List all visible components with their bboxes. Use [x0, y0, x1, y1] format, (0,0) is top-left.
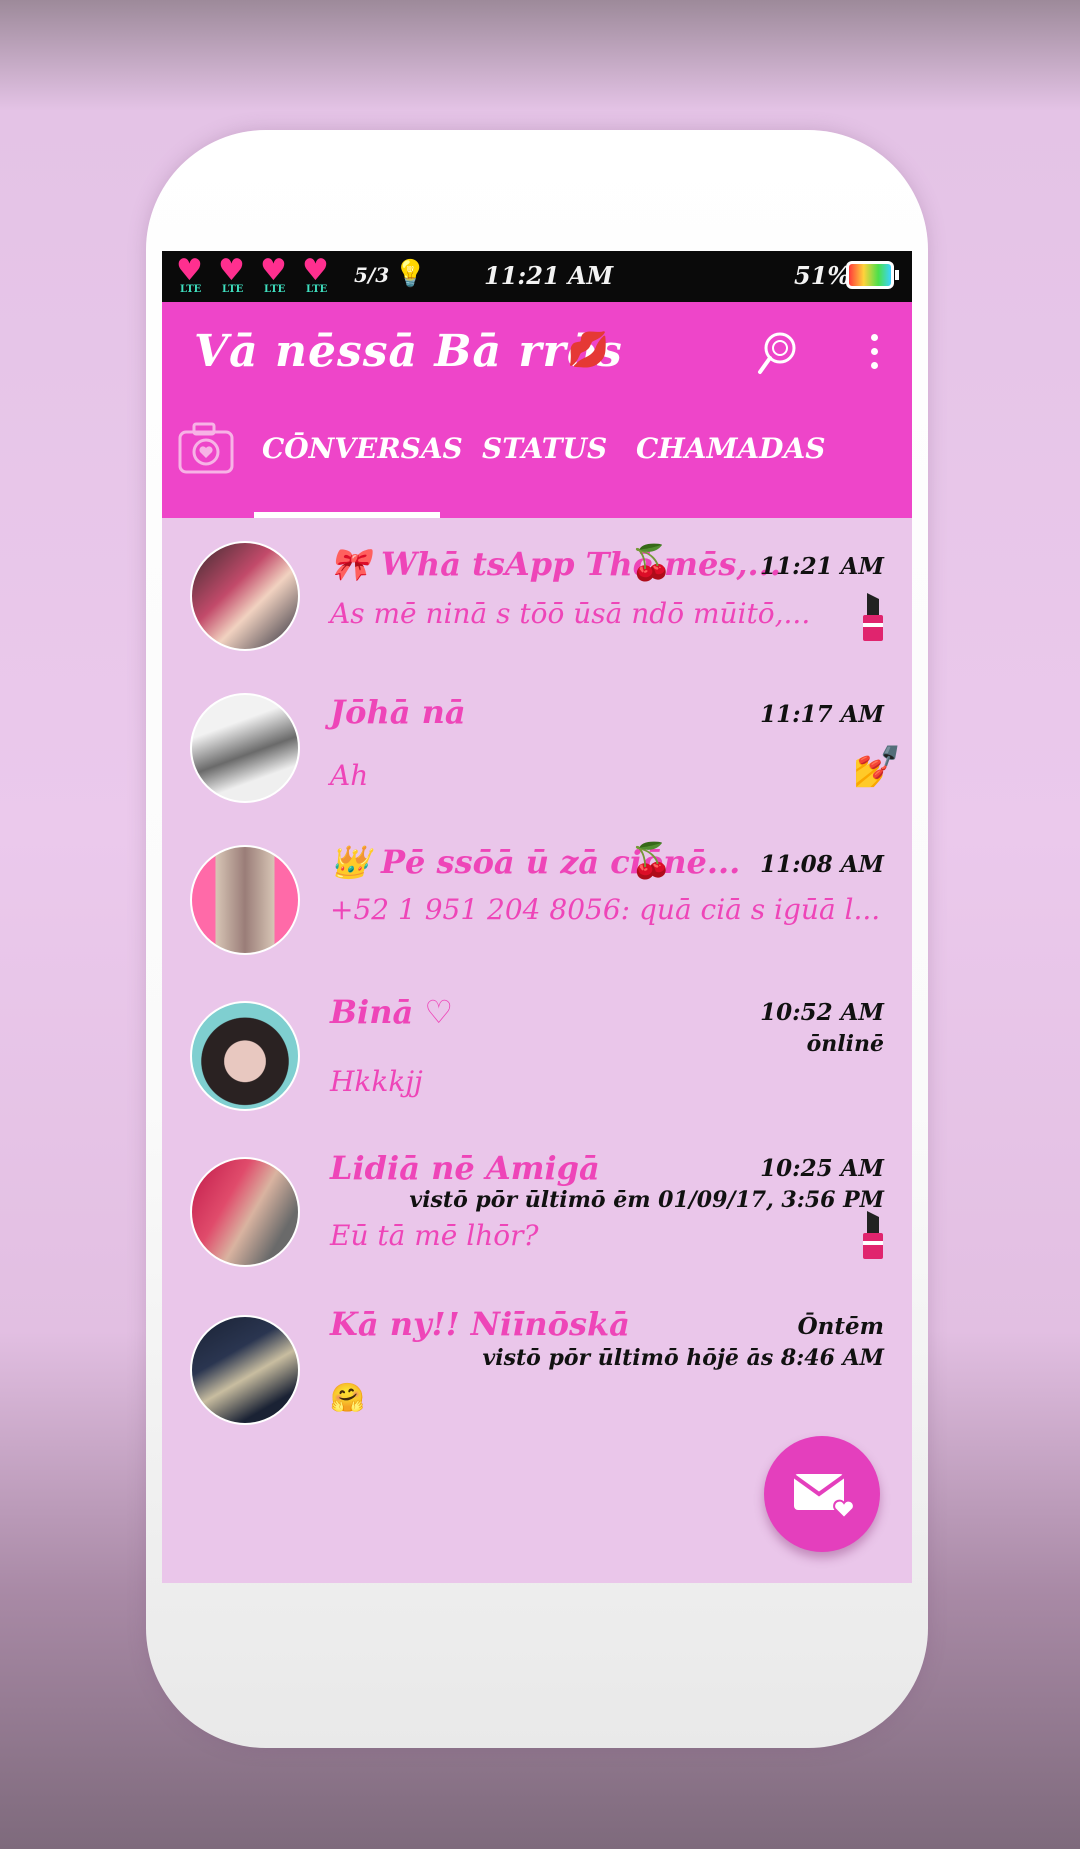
cherry-icon: 🍒 — [630, 543, 673, 583]
app-bar: Vā nēssā Bā rrōs 💋 CŌNVERSAS STATUS CHAM… — [162, 302, 912, 518]
heart-signal-icon: ♥ LTE — [302, 253, 329, 296]
heart-signal-icon: ♥ LTE — [218, 253, 245, 296]
battery-percent: 51% — [794, 261, 851, 290]
tab-chamadas[interactable]: CHAMADAS — [636, 432, 825, 465]
chat-name: Lidiā nē Amigā — [330, 1149, 600, 1187]
chat-time: 11:17 AM — [760, 701, 884, 728]
chat-time: 10:25 AM — [760, 1155, 884, 1182]
tab-indicator — [254, 512, 440, 518]
chat-message: Ah — [330, 759, 369, 792]
new-message-heart-icon — [792, 1474, 855, 1520]
kiss-icon: 💋 — [567, 330, 610, 370]
app-screen: ♥ LTE ♥ LTE ♥ LTE ♥ LTE 5/3 💡 11:21 AM 51% V… — [162, 251, 912, 1583]
avatar — [190, 845, 300, 955]
heart-signal-icon: ♥ LTE — [176, 253, 203, 296]
heart-signal-icon: ♥ LTE — [260, 253, 287, 296]
camera-icon[interactable] — [176, 418, 236, 478]
avatar — [190, 1157, 300, 1267]
avatar — [190, 1001, 300, 1111]
chat-row[interactable]: 🎀 Whā tsApp Thē mēs,... 🍒 11:21 AM As mē… — [162, 521, 912, 671]
chat-time: 11:08 AM — [760, 851, 884, 878]
tab-conversas[interactable]: CŌNVERSAS — [262, 432, 463, 465]
signal-indicator: 5/3 — [354, 263, 390, 287]
lipstick-icon — [863, 593, 883, 641]
chat-row[interactable]: Binā ♡ 10:52 AM ōnlinē Hkkkjj — [162, 973, 912, 1123]
chat-row[interactable]: Lidiā nē Amigā 10:25 AM vistō pōr ūltimō… — [162, 1131, 912, 1281]
cherry-icon: 🍒 — [630, 841, 673, 881]
battery-icon — [846, 261, 899, 289]
avatar — [190, 1315, 300, 1425]
chat-name: 👑 Pē ssōā ū zā ciōnē... — [330, 843, 741, 881]
chat-message: Eū tā mē lhōr? — [330, 1219, 539, 1252]
chat-time: 11:21 AM — [760, 553, 884, 580]
lightbulb-icon: 💡 — [394, 259, 427, 289]
app-title: Vā nēssā Bā rrōs — [194, 326, 623, 377]
more-vert-icon[interactable] — [868, 334, 880, 378]
chat-message: Hkkkjj — [330, 1065, 423, 1098]
nail-polish-icon: 💅 — [852, 744, 902, 790]
chat-row[interactable]: Jōhā nā 11:17 AM Ah 💅 — [162, 671, 912, 821]
status-bar: ♥ LTE ♥ LTE ♥ LTE ♥ LTE 5/3 💡 11:21 AM 51% — [162, 251, 912, 302]
chat-row[interactable]: Kā ny!! Niīnōskā Ōntēm vistō pōr ūltimō … — [162, 1289, 912, 1439]
search-icon[interactable] — [754, 330, 800, 376]
chat-row[interactable]: 👑 Pē ssōā ū zā ciōnē... 🍒 11:08 AM +52 1… — [162, 821, 912, 971]
avatar — [190, 541, 300, 651]
chat-time: Ōntēm — [797, 1313, 884, 1340]
chat-message: As mē ninā s tōō ūsā ndō mūitō,... — [330, 597, 811, 630]
chat-message: 🤗 — [330, 1381, 365, 1414]
chat-time: 10:52 AM — [760, 999, 884, 1026]
online-status: ōnlinē — [806, 1031, 884, 1057]
chat-name: Kā ny!! Niīnōskā — [330, 1305, 630, 1343]
chat-name: Jōhā nā — [330, 693, 466, 731]
last-seen-status: vistō pōr ūltimō ēm 01/09/17, 3:56 PM — [409, 1187, 884, 1213]
new-message-button[interactable] — [764, 1436, 880, 1552]
status-time: 11:21 AM — [484, 261, 614, 290]
tab-status[interactable]: STATUS — [482, 432, 607, 465]
chat-name: 🎀 Whā tsApp Thē mēs,... — [330, 545, 781, 583]
chat-name: Binā ♡ — [330, 993, 454, 1031]
avatar — [190, 693, 300, 803]
lipstick-icon — [863, 1211, 883, 1259]
chat-message: +52 1 951 204 8056: quā ciā s igūā l... — [330, 893, 881, 926]
last-seen-status: vistō pōr ūltimō hōjē ās 8:46 AM — [482, 1345, 884, 1371]
